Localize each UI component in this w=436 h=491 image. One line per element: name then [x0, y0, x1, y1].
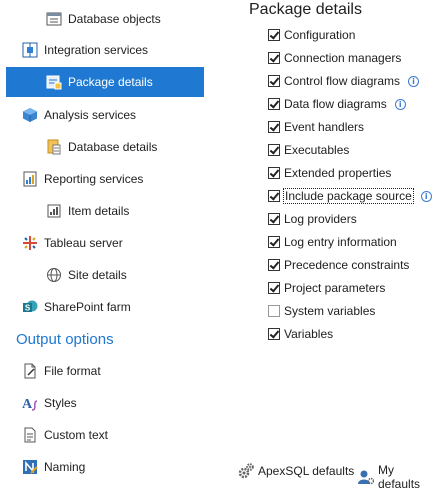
info-icon[interactable]: i: [420, 190, 432, 202]
apexsql-defaults-label: ApexSQL defaults: [258, 464, 355, 478]
sidebar-item-site-details[interactable]: Site details: [46, 260, 127, 290]
my-defaults-button[interactable]: My defaults: [358, 463, 436, 491]
checkbox[interactable]: [268, 121, 280, 133]
item-details-icon: [46, 203, 62, 219]
option-label[interactable]: Executables: [284, 143, 349, 157]
sidebar-item-database-objects[interactable]: Database objects: [46, 4, 161, 34]
output-item-label: File format: [44, 364, 101, 378]
option-label[interactable]: Precedence constraints: [284, 258, 409, 272]
sidebar-item-label: Package details: [68, 75, 153, 89]
sidebar-item-label: Reporting services: [44, 172, 144, 186]
output-options-title: Output options: [16, 331, 114, 348]
sidebar-item-package-details[interactable]: Package details: [6, 67, 204, 97]
checkbox[interactable]: [268, 190, 280, 202]
option-label[interactable]: Variables: [284, 327, 333, 341]
option-row[interactable]: Connection managers: [268, 49, 401, 67]
svg-text:A: A: [22, 397, 33, 411]
sidebar-item-label: SharePoint farm: [44, 300, 131, 314]
svg-text:S: S: [25, 304, 31, 313]
tableau-server-icon: [22, 235, 38, 251]
output-item-naming[interactable]: Naming: [22, 452, 85, 482]
option-row[interactable]: Extended properties: [268, 164, 391, 182]
option-label[interactable]: System variables: [284, 304, 375, 318]
option-row[interactable]: Include package source i: [268, 187, 432, 205]
sidebar-item-label: Item details: [68, 204, 130, 218]
sidebar-item-label: Database objects: [68, 12, 161, 26]
site-details-icon: [46, 267, 62, 283]
reporting-services-icon: [22, 171, 38, 187]
option-row[interactable]: Project parameters: [268, 279, 385, 297]
integration-services-icon: [22, 42, 38, 58]
analysis-services-icon: [22, 107, 38, 123]
option-row[interactable]: Variables: [268, 325, 333, 343]
option-label[interactable]: Include package source: [283, 188, 414, 204]
option-label[interactable]: Control flow diagrams: [284, 74, 400, 88]
sidebar-item-item-details[interactable]: Item details: [46, 196, 129, 226]
checkbox[interactable]: [268, 52, 280, 64]
sidebar-item-analysis-services[interactable]: Analysis services: [22, 100, 136, 130]
option-label[interactable]: Connection managers: [284, 51, 401, 65]
sidebar-item-integration-services[interactable]: Integration services: [22, 35, 148, 65]
database-objects-icon: [46, 11, 62, 27]
custom-text-icon: [22, 427, 38, 443]
checkbox[interactable]: [268, 282, 280, 294]
package-details-icon: [46, 74, 62, 90]
sidebar-item-sharepoint-farm[interactable]: S SharePoint farm: [22, 292, 131, 322]
sidebar-item-label: Database details: [68, 140, 158, 154]
sidebar-item-label: Tableau server: [44, 236, 123, 250]
output-item-custom-text[interactable]: Custom text: [22, 420, 108, 450]
option-row[interactable]: Event handlers: [268, 118, 364, 136]
checkbox[interactable]: [268, 167, 280, 179]
apexsql-defaults-button[interactable]: ApexSQL defaults: [238, 463, 354, 479]
my-defaults-label: My defaults: [378, 463, 421, 491]
option-row[interactable]: Log providers: [268, 210, 357, 228]
checkbox[interactable]: [268, 328, 280, 340]
sidebar-item-tableau-server[interactable]: Tableau server: [22, 228, 123, 258]
option-label[interactable]: Configuration: [284, 28, 355, 42]
sidebar-item-database-details[interactable]: Database details: [46, 132, 157, 162]
sharepoint-farm-icon: S: [22, 299, 38, 315]
checkbox[interactable]: [268, 213, 280, 225]
option-label[interactable]: Log providers: [284, 212, 357, 226]
checkbox[interactable]: [268, 144, 280, 156]
option-label[interactable]: Project parameters: [284, 281, 385, 295]
option-row[interactable]: Precedence constraints: [268, 256, 409, 274]
option-row[interactable]: Log entry information: [268, 233, 397, 251]
sidebar-item-label: Site details: [68, 268, 127, 282]
output-item-styles[interactable]: A Styles: [22, 388, 77, 418]
user-settings-icon: [358, 469, 374, 485]
option-row[interactable]: Control flow diagrams i: [268, 72, 420, 90]
option-row[interactable]: Configuration: [268, 26, 355, 44]
file-format-icon: [22, 363, 38, 379]
styles-icon: A: [22, 395, 38, 411]
option-label[interactable]: Log entry information: [284, 235, 397, 249]
checkbox[interactable]: [268, 236, 280, 248]
checkbox[interactable]: [268, 29, 280, 41]
checkbox[interactable]: [268, 259, 280, 271]
checkbox[interactable]: [268, 75, 280, 87]
option-label[interactable]: Data flow diagrams: [284, 97, 387, 111]
sidebar-item-label: Integration services: [44, 43, 149, 57]
output-item-label: Styles: [44, 396, 77, 410]
option-row[interactable]: Executables: [268, 141, 349, 159]
output-item-label: Naming: [44, 460, 86, 474]
info-icon[interactable]: i: [408, 75, 420, 87]
naming-icon: [22, 459, 38, 475]
sidebar-item-label: Analysis services: [44, 108, 137, 122]
sidebar-item-reporting-services[interactable]: Reporting services: [22, 164, 143, 194]
gears-icon: [238, 463, 254, 479]
option-label[interactable]: Extended properties: [284, 166, 391, 180]
checkbox[interactable]: [268, 98, 280, 110]
option-row[interactable]: System variables: [268, 302, 375, 320]
output-item-label: Custom text: [44, 428, 109, 442]
info-icon[interactable]: i: [394, 98, 406, 110]
output-item-file-format[interactable]: File format: [22, 356, 101, 386]
database-details-icon: [46, 139, 62, 155]
option-row[interactable]: Data flow diagrams i: [268, 95, 406, 113]
panel-title: Package details: [249, 1, 362, 18]
checkbox[interactable]: [268, 305, 280, 317]
option-label[interactable]: Event handlers: [284, 120, 364, 134]
